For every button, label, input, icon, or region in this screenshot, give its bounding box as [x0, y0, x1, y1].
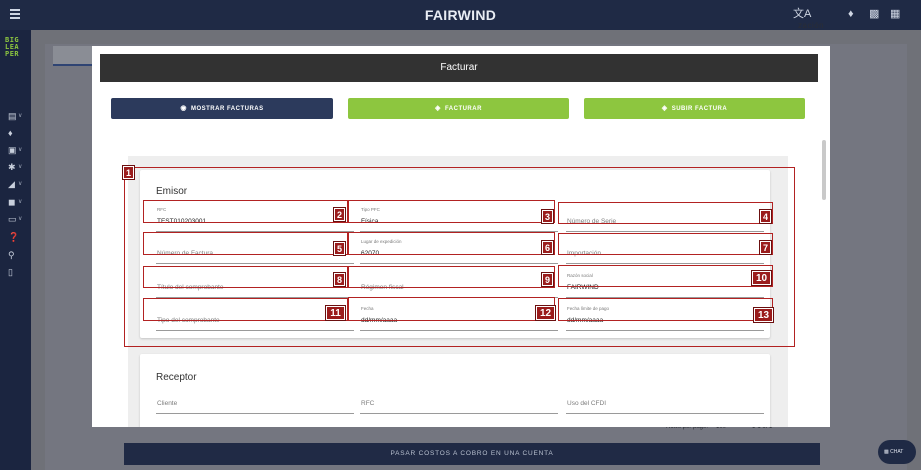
book-icon[interactable]: ▯	[8, 267, 26, 277]
tag-icon[interactable]: ♦	[8, 128, 26, 138]
annotation-box-4	[558, 202, 773, 224]
receptor-card: Receptor Cliente RFC Uso del CFDI	[140, 354, 770, 427]
annotation-box-2	[143, 200, 348, 223]
brand-title: FAIRWIND	[424, 7, 497, 23]
scrollbar[interactable]	[822, 140, 826, 200]
pasar-costos-button[interactable]: PASAR COSTOS A COBRO EN UNA CUENTA	[124, 443, 820, 465]
annotation-number-13: 13	[754, 308, 773, 322]
annotation-number-3: 3	[542, 210, 553, 223]
annotation-number-9: 9	[542, 273, 553, 286]
annotation-number-12: 12	[536, 306, 555, 320]
annotation-box-5	[143, 232, 348, 255]
truck-icon[interactable]: ◼ ∨	[8, 197, 26, 207]
eye-off-icon: ◈	[661, 105, 668, 112]
annotation-number-10: 10	[752, 271, 771, 285]
annotation-number-4: 4	[760, 210, 771, 223]
annotation-box-11	[143, 298, 348, 321]
top-app-bar: FAIRWIND 文A ♦ ▩ ▦	[0, 0, 921, 30]
walk-icon[interactable]: ✱ ∨	[8, 162, 26, 172]
annotation-box-10	[558, 265, 773, 287]
receptor-title: Receptor	[156, 372, 197, 383]
annotation-number-5: 5	[334, 242, 345, 255]
annotation-box-7	[558, 233, 773, 255]
annotation-number-7: 7	[760, 241, 771, 254]
mostrar-facturas-button[interactable]: ◉ MOSTRAR FACTURAS	[111, 98, 333, 119]
translate-icon[interactable]: 文A	[793, 8, 811, 20]
logo: BIG LEA PER	[5, 36, 20, 58]
chat-icon[interactable]: ▩	[869, 8, 879, 20]
help-icon[interactable]: ❓	[8, 232, 26, 242]
document-icon[interactable]: ▤ ∨	[8, 111, 26, 121]
uso-cfdi-field[interactable]: Uso del CFDI	[566, 392, 764, 414]
grid-icon[interactable]: ▦	[890, 8, 900, 20]
cliente-field[interactable]: Cliente	[156, 392, 354, 414]
annotation-number-6: 6	[542, 241, 553, 254]
annotation-box-6	[348, 232, 555, 255]
bell-icon[interactable]: ♦	[848, 8, 854, 20]
eye-icon: ◉	[180, 105, 187, 112]
chat-bubble-icon: ▩	[884, 449, 889, 455]
annotation-number-11: 11	[326, 306, 345, 320]
annotation-box-8	[143, 266, 348, 288]
background-tab-label: zación	[798, 21, 825, 30]
search-icon[interactable]: ⚲	[8, 250, 26, 260]
annotation-box-13	[558, 298, 773, 321]
id-card-icon[interactable]: ▭ ∨	[8, 214, 26, 224]
chat-button[interactable]: ▩ CHAT	[878, 440, 916, 464]
subir-factura-button[interactable]: ◈ SUBIR FACTURA	[584, 98, 805, 119]
ruler-icon[interactable]: ◢ ∨	[8, 179, 26, 189]
image-icon[interactable]: ▣ ∨	[8, 145, 26, 155]
annotation-box-3	[348, 200, 555, 223]
dialog-title: Facturar	[100, 54, 818, 82]
annotation-box-9	[348, 266, 555, 288]
annotation-box-12	[348, 297, 555, 321]
eye-off-icon: ◈	[435, 105, 441, 112]
annotation-number-8: 8	[334, 273, 345, 286]
annotation-number-2: 2	[334, 208, 345, 221]
receptor-rfc-field[interactable]: RFC	[360, 392, 558, 414]
annotation-number-1: 1	[123, 166, 134, 179]
facturar-button[interactable]: ◈ FACTURAR	[348, 98, 569, 119]
